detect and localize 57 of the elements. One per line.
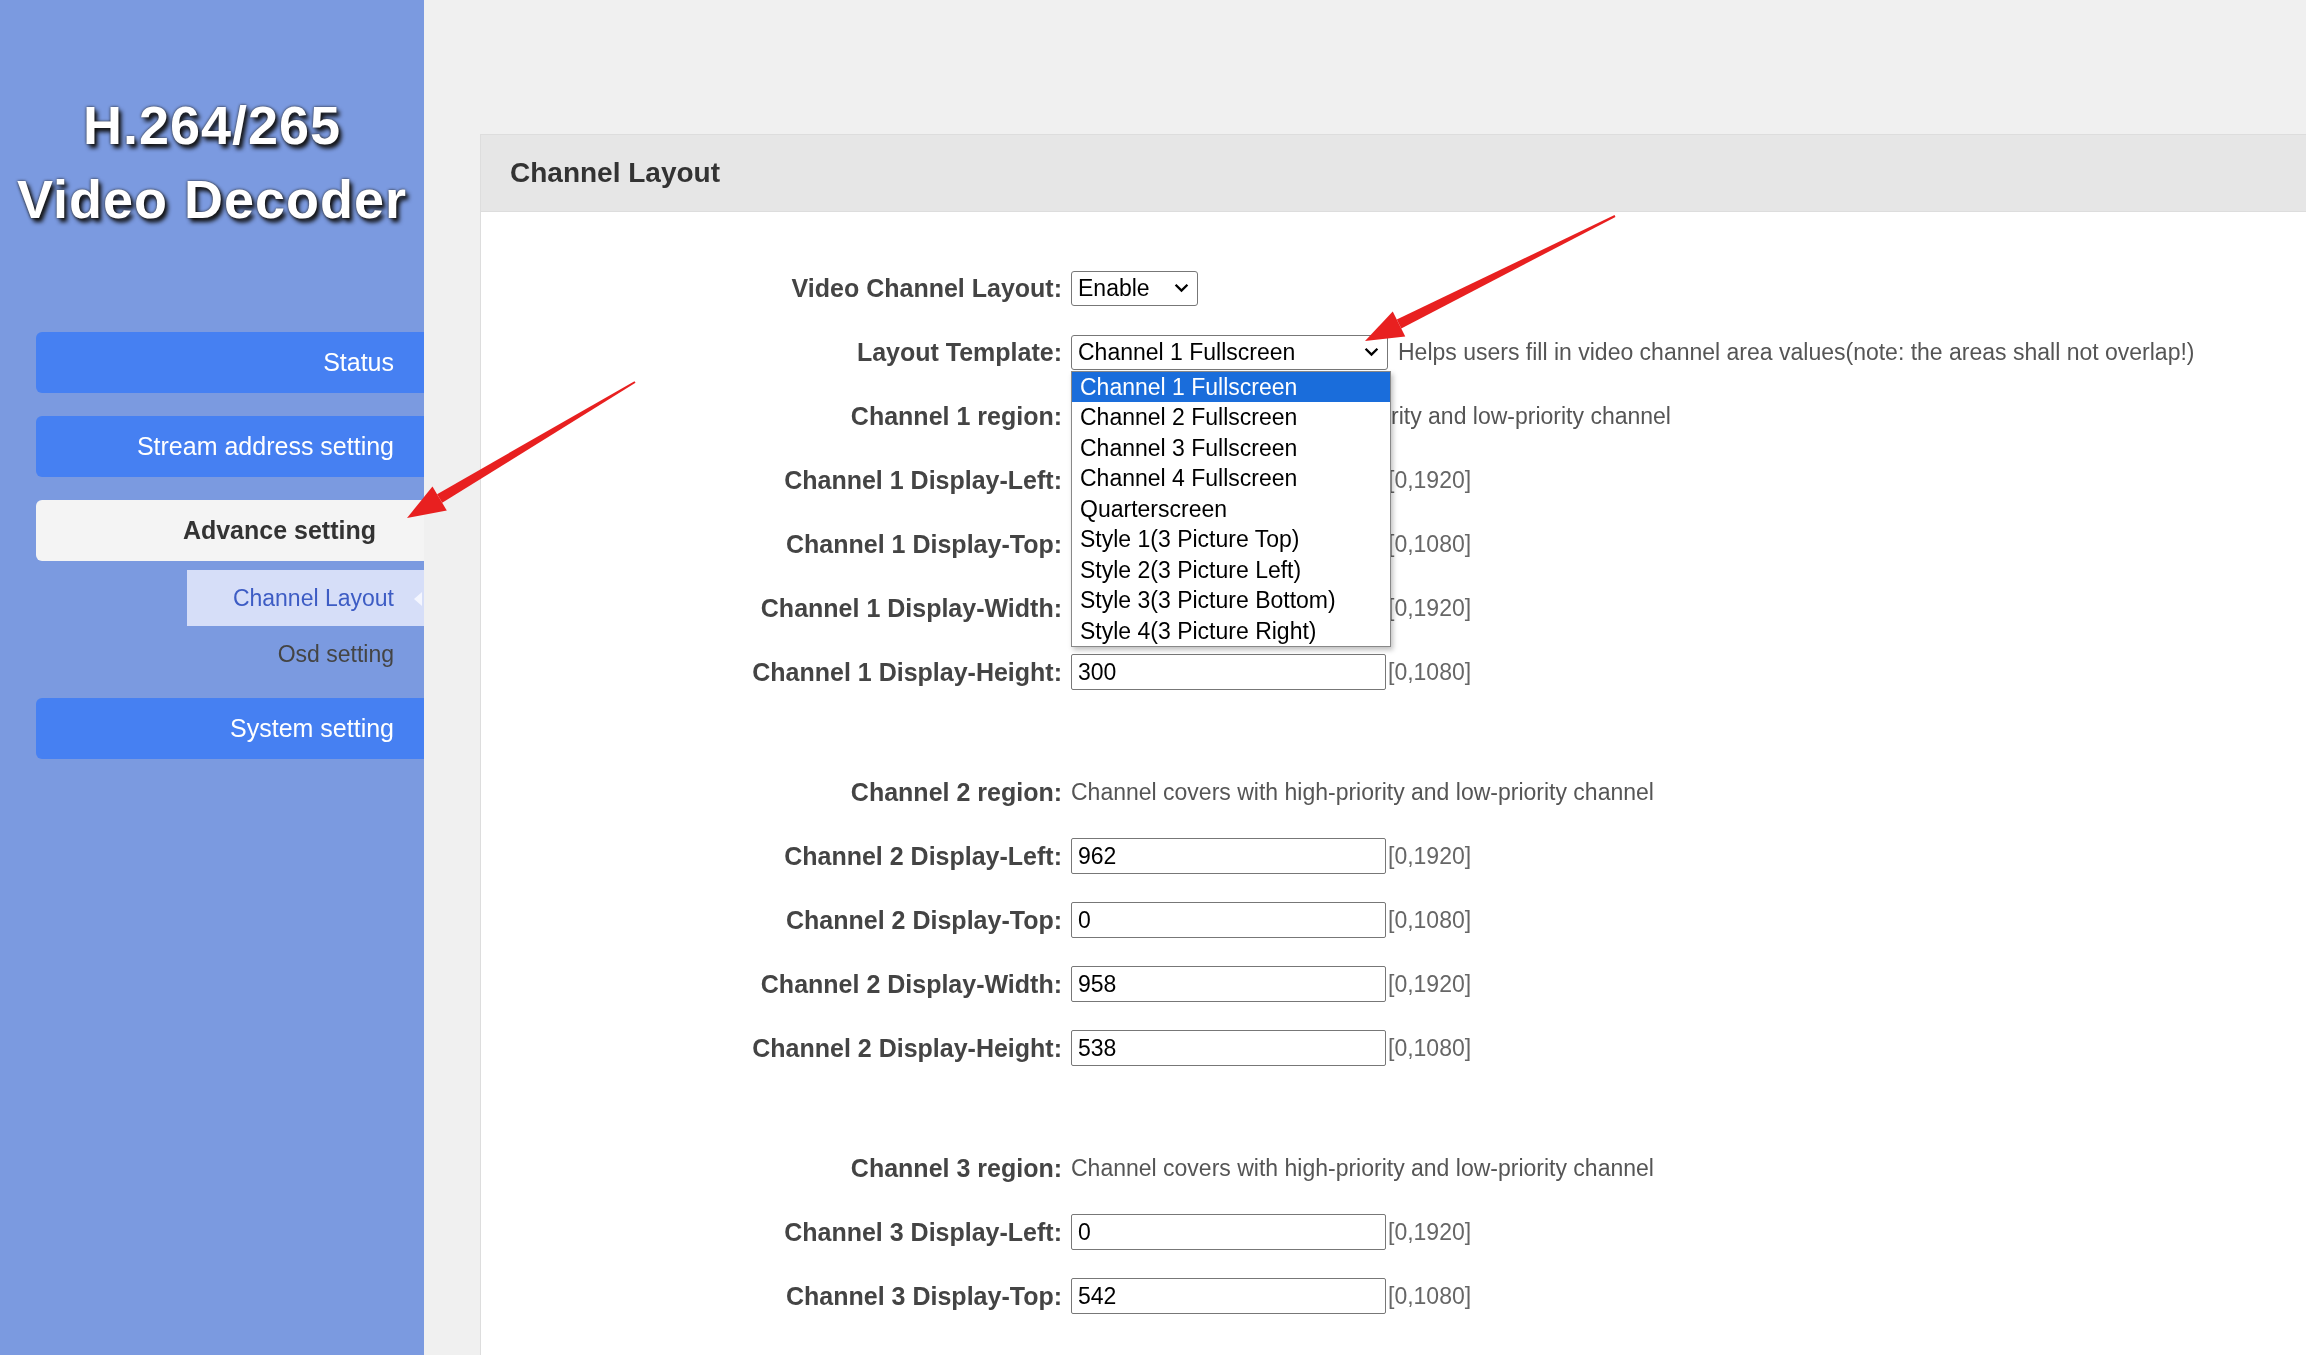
- help-text: Helps users fill in video channel area values(note: the areas shall not overlap!): [1398, 338, 2195, 366]
- range-hint: [0,1080]: [1388, 1034, 1472, 1062]
- field-label: Channel 1 Display-Height:: [751, 657, 1062, 687]
- field-label: Channel 2 region:: [849, 777, 1062, 807]
- field-label: Channel 2 Display-Top:: [785, 905, 1062, 935]
- field-label: Channel 2 Display-Height:: [751, 1033, 1062, 1063]
- submenu-item[interactable]: Channel Layout: [187, 570, 424, 626]
- number-input[interactable]: 958: [1071, 966, 1386, 1002]
- range-hint: [0,1920]: [1388, 970, 1472, 998]
- nav-item[interactable]: Status: [36, 332, 424, 393]
- number-input[interactable]: 538: [1071, 1030, 1386, 1066]
- dropdown-option[interactable]: Style 1(3 Picture Top): [1072, 524, 1390, 555]
- field-label: Channel 1 Display-Width:: [759, 593, 1062, 623]
- field-label: Channel 3 region:: [849, 1153, 1062, 1183]
- field-label: Video Channel Layout:: [790, 273, 1062, 303]
- range-hint: [0,1080]: [1388, 906, 1472, 934]
- number-input[interactable]: 542: [1071, 1278, 1386, 1314]
- field-label: Channel 1 Display-Left:: [783, 465, 1062, 495]
- help-text: Channel covers with high-priority and low-priority channel: [1071, 778, 1654, 806]
- submenu-item[interactable]: Osd setting: [187, 626, 424, 682]
- dropdown-option[interactable]: Channel 1 Fullscreen: [1072, 371, 1390, 402]
- range-hint: [0,1080]: [1388, 1282, 1472, 1310]
- number-input[interactable]: 300: [1071, 654, 1386, 690]
- dropdown-option[interactable]: Style 3(3 Picture Bottom): [1072, 585, 1390, 616]
- field-label: Channel 3 Display-Top:: [785, 1281, 1062, 1311]
- field-label: Channel 1 region:: [849, 401, 1062, 431]
- field-label: Channel 1 Display-Top:: [785, 529, 1062, 559]
- logo-title: H.264/265: [82, 94, 342, 157]
- field-label: Channel 2 Display-Left:: [783, 841, 1062, 871]
- chevron-down-icon: [1174, 283, 1189, 293]
- dropdown-option[interactable]: Style 2(3 Picture Left): [1072, 554, 1390, 585]
- nav-item[interactable]: System setting: [36, 698, 424, 759]
- chevron-down-icon: [1364, 347, 1379, 357]
- field-label: Channel 2 Display-Width:: [759, 969, 1062, 999]
- dropdown-option[interactable]: Channel 4 Fullscreen: [1072, 463, 1390, 494]
- dropdown-option[interactable]: Quarterscreen: [1072, 493, 1390, 524]
- range-hint: [0,1080]: [1388, 530, 1472, 558]
- range-hint: [0,1920]: [1388, 1218, 1472, 1246]
- help-text: rity and low-priority channel: [1391, 402, 1671, 430]
- field-label: Layout Template:: [855, 337, 1062, 367]
- nav-item[interactable]: Advance setting: [36, 500, 424, 561]
- nav-item[interactable]: Stream address setting: [36, 416, 424, 477]
- field-label: Channel 3 Display-Left:: [783, 1217, 1062, 1247]
- select-dropdown[interactable]: Enable: [1071, 270, 1198, 306]
- panel-title: Channel Layout: [510, 157, 720, 189]
- dropdown-option[interactable]: Channel 2 Fullscreen: [1072, 402, 1390, 433]
- range-hint: [0,1920]: [1388, 842, 1472, 870]
- number-input[interactable]: 0: [1071, 1214, 1386, 1250]
- logo-title: Video Decoder: [16, 168, 408, 231]
- help-text: Channel covers with high-priority and low-priority channel: [1071, 1154, 1654, 1182]
- number-input[interactable]: 962: [1071, 838, 1386, 874]
- dropdown-option[interactable]: Style 4(3 Picture Right): [1072, 615, 1390, 646]
- select-dropdown[interactable]: Channel 1 Fullscreen: [1071, 334, 1388, 370]
- number-input[interactable]: 0: [1071, 902, 1386, 938]
- range-hint: [0,1080]: [1388, 658, 1472, 686]
- caret-icon: [414, 592, 422, 606]
- dropdown-option[interactable]: Channel 3 Fullscreen: [1072, 432, 1390, 463]
